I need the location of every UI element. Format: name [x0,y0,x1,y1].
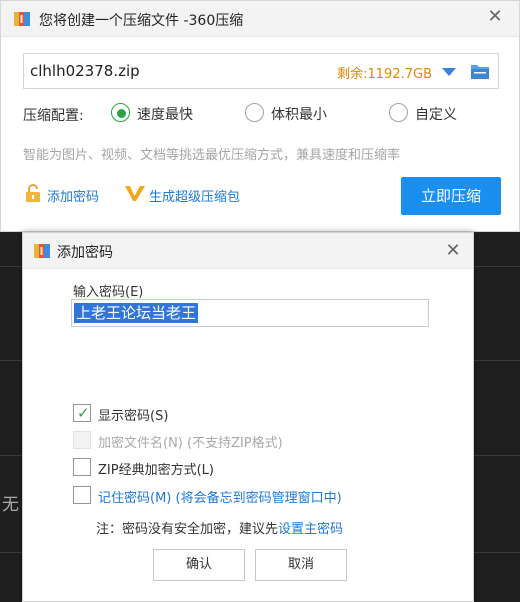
compression-config-label: 压缩配置: [23,108,84,124]
background-divider [474,455,520,456]
folder-icon[interactable] [470,62,490,80]
window-title: 您将创建一个压缩文件 -360压缩 [39,13,244,29]
set-master-password-link[interactable]: 设置主密码 [278,522,343,537]
background-divider [0,455,22,456]
compress-now-button[interactable]: 立即压缩 [401,177,501,215]
archive-app-icon [34,244,50,258]
archive-app-icon [14,12,30,26]
background-divider [0,552,22,553]
checkbox-box [73,431,91,449]
background-divider [474,266,520,267]
radio-circle [245,103,264,122]
compress-window: 您将创建一个压缩文件 -360压缩 ✕ 剩余:1192.7GB 压缩配置: 速度… [0,0,520,232]
zip-classic-encryption-checkbox[interactable]: ZIP经典加密方式(L) [73,458,233,478]
cancel-button[interactable]: 取消 [255,549,347,581]
add-password-link[interactable]: 添加密码 [47,186,99,205]
radio-smallest[interactable]: 体积最小 [245,103,345,123]
background-text-fragment: 无 [2,495,19,515]
checkbox-label: 显示密码(S) [98,409,169,424]
radio-circle [389,103,408,122]
password-label: 输入密码(E) [73,285,144,300]
check-icon: ✓ [77,404,90,422]
background-divider [0,266,22,267]
show-password-checkbox[interactable]: ✓ 显示密码(S) [73,404,193,424]
chevron-down-icon[interactable] [442,68,456,76]
radio-fastest[interactable]: 速度最快 [111,103,211,123]
background-divider [474,360,520,361]
window-titlebar: 您将创建一个压缩文件 -360压缩 ✕ [1,1,519,37]
checkbox-box: ✓ [73,404,91,422]
password-input[interactable]: 上老王论坛当老王 [71,299,429,327]
close-icon[interactable]: ✕ [485,7,505,27]
checkbox-box [73,458,91,476]
radio-circle [111,103,130,122]
filename-input[interactable] [30,60,330,82]
dialog-titlebar: 添加密码 ✕ [23,233,473,269]
password-value: 上老王论坛当老王 [74,303,199,323]
checkbox-box [73,486,91,504]
security-note: 注：密码没有安全加密，建议先设置主密码 [96,518,343,537]
checkbox-label: ZIP经典加密方式(L) [98,463,214,478]
close-icon[interactable]: ✕ [443,241,463,261]
background-divider [0,360,22,361]
add-password-dialog: 添加密码 ✕ 输入密码(E) 上老王论坛当老王 ✓ 显示密码(S) 加密文件名(… [22,232,474,602]
checkbox-label: 记住密码(M) (将会备忘到密码管理窗口中) [98,491,342,506]
checkbox-label: 加密文件名(N) (不支持ZIP格式) [98,436,283,451]
radio-label: 自定义 [415,107,457,123]
encrypt-filename-checkbox: 加密文件名(N) (不支持ZIP格式) [73,431,313,451]
dialog-title: 添加密码 [57,245,113,261]
radio-dot [117,109,126,118]
radio-custom[interactable]: 自定义 [389,103,469,123]
filename-field: 剩余:1192.7GB [23,53,499,89]
confirm-button[interactable]: 确认 [153,549,245,581]
super-pack-link[interactable]: 生成超级压缩包 [149,186,240,205]
radio-label: 速度最快 [137,107,193,123]
background-panel-right [474,232,520,602]
super-pack-v-icon [125,186,145,201]
lock-icon [26,184,40,202]
remember-password-checkbox[interactable]: 记住密码(M) (将会备忘到密码管理窗口中) [73,486,373,506]
space-remaining-label: 剩余:1192.7GB [337,67,432,82]
background-panel-top [0,232,22,602]
background-divider [474,552,520,553]
radio-label: 体积最小 [271,107,327,123]
security-note-text: 注：密码没有安全加密，建议先 [96,522,279,537]
compression-hint: 智能为图片、视频、文档等挑选最优压缩方式，兼具速度和压缩率 [23,148,401,163]
